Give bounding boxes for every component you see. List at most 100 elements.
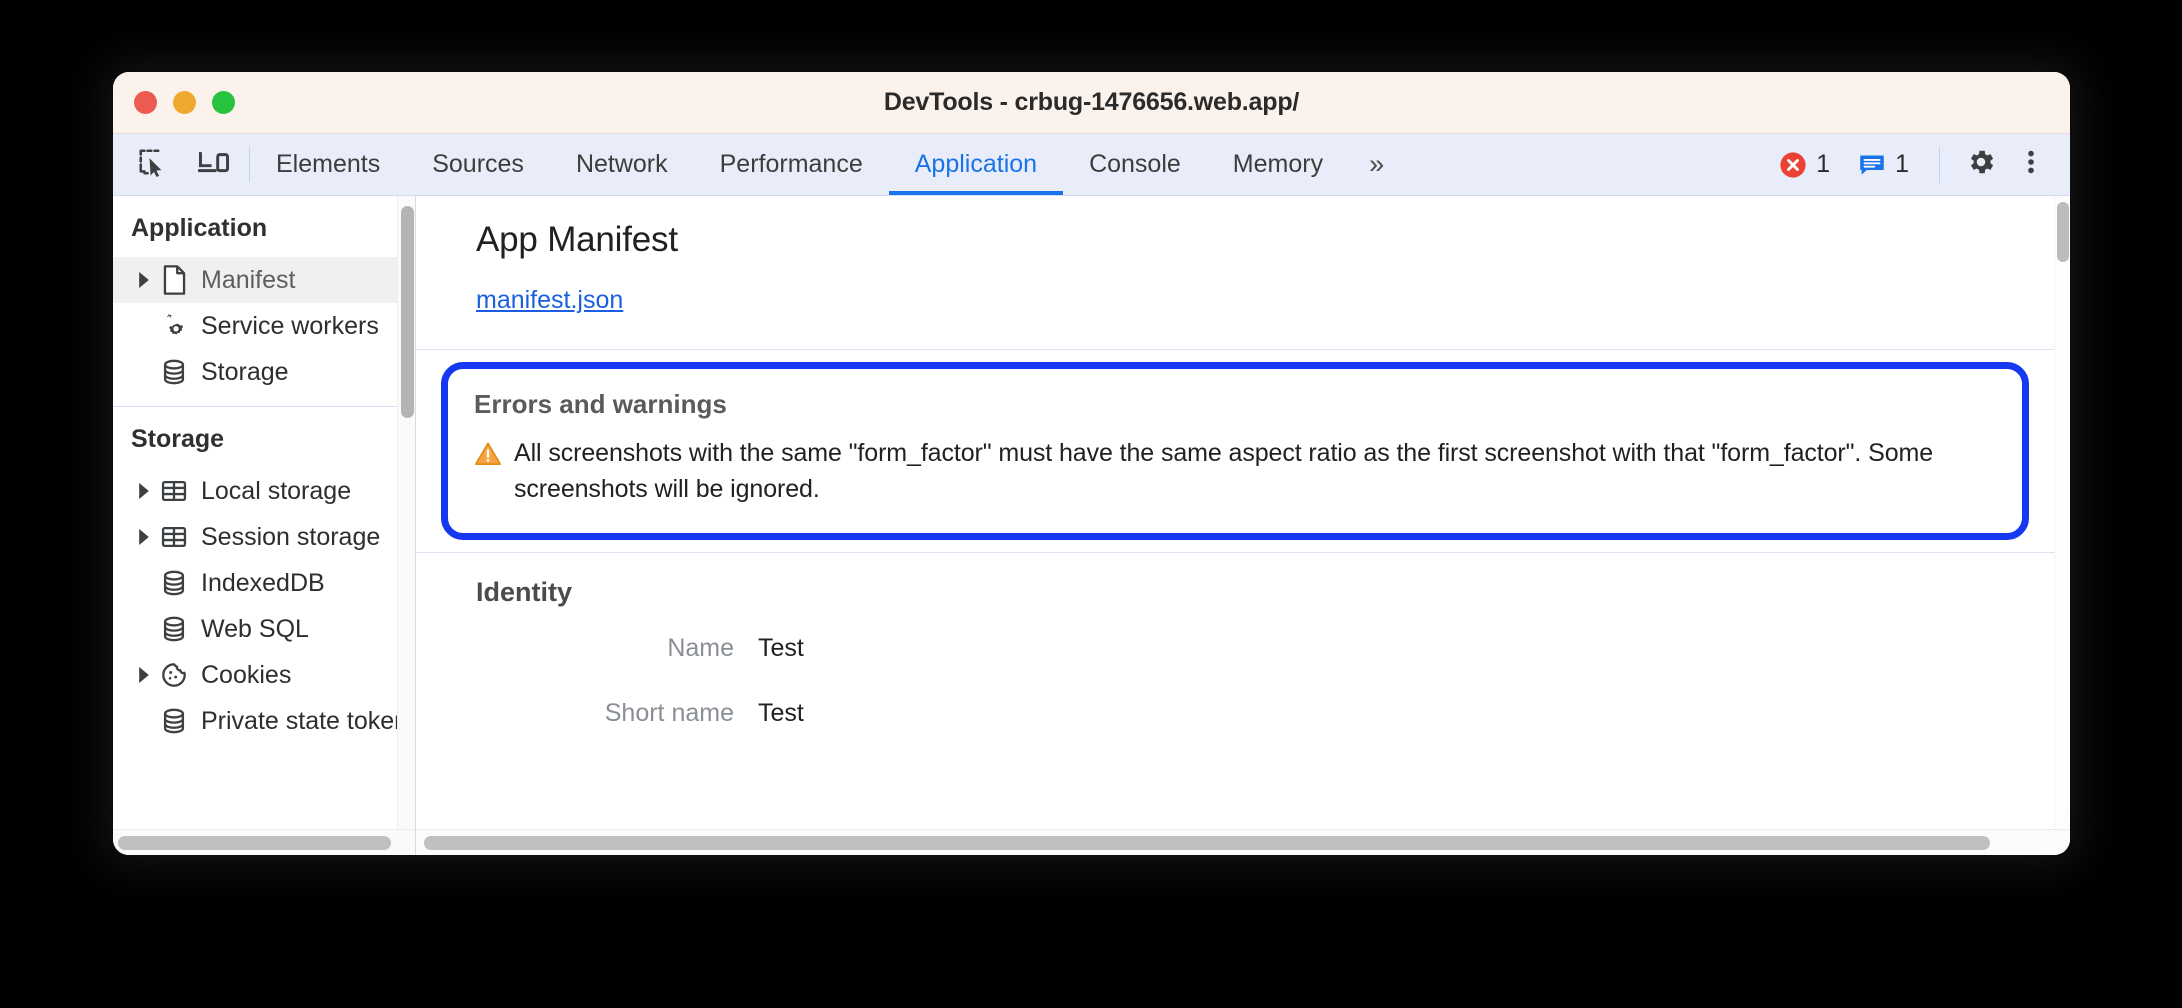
manifest-vertical-scrollbar-thumb[interactable] [2057,202,2069,262]
devtools-body: Application Manifest Service workers Sto… [113,196,2070,855]
tab-label: Sources [432,150,524,178]
tab-memory[interactable]: Memory [1207,134,1349,195]
tab-label: Memory [1232,150,1324,178]
sidebar-item-label: Local storage [201,476,352,505]
tab-label: Application [914,150,1038,178]
tab-label: Elements [276,150,381,178]
sidebar-item-label: Private state tokens [201,706,397,735]
chevron-double-right-icon: » [1369,149,1385,179]
message-counter[interactable]: 1 [1846,150,1921,179]
sidebar-item-service-workers[interactable]: Service workers [113,303,397,349]
error-circle-icon [1779,151,1807,179]
sidebar-item-indexeddb[interactable]: IndexedDB [113,560,397,606]
sidebar-item-label: IndexedDB [201,568,325,597]
errors-and-warnings-section: Errors and warnings All screenshots with… [416,350,2054,553]
sidebar-horizontal-scrollbar[interactable] [113,829,415,855]
device-toolbar-button[interactable] [191,142,237,188]
toolbar-right-divider [1939,146,1940,183]
field-value: Test [758,699,804,727]
database-icon [157,358,191,386]
error-counter[interactable]: 1 [1767,150,1842,179]
sidebar-vertical-scrollbar-thumb[interactable] [401,206,414,418]
window-titlebar: DevTools - crbug-1476656.web.app/ [113,72,2070,134]
field-value: Test [758,634,804,662]
tab-elements[interactable]: Elements [250,134,406,195]
sidebar-item-label: Web SQL [201,614,309,643]
database-icon [157,569,191,597]
service-worker-icon [157,312,191,340]
toolbar-right-area: 1 1 [1767,134,2070,195]
device-toolbar-icon [197,147,230,182]
manifest-horizontal-scrollbar[interactable] [416,829,2070,855]
identity-field-name: Name Test [416,616,2054,681]
table-icon [157,523,191,551]
tab-console[interactable]: Console [1063,134,1207,195]
field-key: Short name [604,699,734,727]
identity-title: Identity [476,577,573,607]
sidebar-group-header: Storage [131,425,225,453]
sidebar-item-label: Session storage [201,522,381,551]
message-count: 1 [1895,150,1909,178]
sidebar-horizontal-scrollbar-thumb[interactable] [118,836,391,850]
sidebar-scroll-content: Application Manifest Service workers Sto… [113,196,397,829]
sidebar-item-session-storage[interactable]: Session storage [113,514,397,560]
settings-button[interactable] [1958,142,2004,188]
toolbar-left-icons [113,134,249,195]
document-icon [157,265,191,295]
sidebar-item-label: Storage [201,357,289,386]
manifest-header-section: App Manifest manifest.json [416,196,2054,350]
sidebar-item-storage[interactable]: Storage [113,349,397,395]
sidebar-group-header: Application [131,214,268,242]
window-title: DevTools - crbug-1476656.web.app/ [883,88,1300,116]
tab-bar: Elements Sources Network Performance App… [250,134,1404,195]
expand-arrow-icon[interactable] [131,667,157,683]
sidebar-item-label: Manifest [201,265,296,294]
screenshot-stage: DevTools - crbug-1476656.web.app/ Elemen… [0,0,2182,1008]
tab-performance[interactable]: Performance [694,134,889,195]
tab-label: Network [575,150,668,178]
tab-label: Console [1089,150,1181,178]
warning-icon [474,441,502,472]
page-title: App Manifest [476,220,678,259]
sidebar-item-cookies[interactable]: Cookies [113,652,397,698]
kebab-menu-icon [2017,148,2045,181]
errors-highlight-box: Errors and warnings All screenshots with… [441,362,2029,540]
identity-field-short-name: Short name Test [416,681,2054,746]
sidebar-item-label: Cookies [201,660,292,689]
tab-application[interactable]: Application [888,134,1064,195]
table-icon [157,477,191,505]
tab-sources[interactable]: Sources [406,134,550,195]
gear-icon [1965,146,1997,183]
expand-arrow-icon[interactable] [131,272,157,288]
manifest-scroll-content: App Manifest manifest.json Errors and wa… [416,196,2054,829]
errors-section-title: Errors and warnings [474,389,727,419]
expand-arrow-icon[interactable] [131,529,157,545]
sidebar-item-manifest[interactable]: Manifest [113,257,397,303]
database-icon [157,707,191,735]
inspect-element-icon [137,147,167,182]
sidebar-item-local-storage[interactable]: Local storage [113,468,397,514]
sidebar-item-web-sql[interactable]: Web SQL [113,606,397,652]
sidebar-vertical-scrollbar[interactable] [397,196,415,829]
sidebar-group-application: Application Manifest Service workers Sto… [113,196,397,407]
sidebar-group-storage: Storage Local storage Session storage In… [113,407,397,755]
expand-arrow-icon[interactable] [131,483,157,499]
inspect-element-button[interactable] [129,142,175,188]
error-count: 1 [1816,150,1831,178]
tab-label: Performance [719,150,863,178]
field-key: Name [667,634,734,662]
application-sidebar: Application Manifest Service workers Sto… [113,196,416,855]
identity-section: Identity Name Test Short name Test [416,553,2054,746]
devtools-window: DevTools - crbug-1476656.web.app/ Elemen… [113,72,2070,855]
tab-overflow-button[interactable]: » [1349,134,1404,195]
manifest-panel: App Manifest manifest.json Errors and wa… [416,196,2070,855]
warning-item: All screenshots with the same "form_fact… [474,436,1996,507]
manifest-vertical-scrollbar[interactable] [2054,196,2070,829]
sidebar-item-private-state-tokens[interactable]: Private state tokens [113,698,397,744]
tab-network[interactable]: Network [550,134,694,195]
warning-message: All screenshots with the same "form_fact… [514,439,1934,503]
manifest-horizontal-scrollbar-thumb[interactable] [424,836,1990,850]
more-options-button[interactable] [2008,142,2054,188]
message-icon [1858,151,1886,179]
manifest-json-link[interactable]: manifest.json [476,286,623,315]
